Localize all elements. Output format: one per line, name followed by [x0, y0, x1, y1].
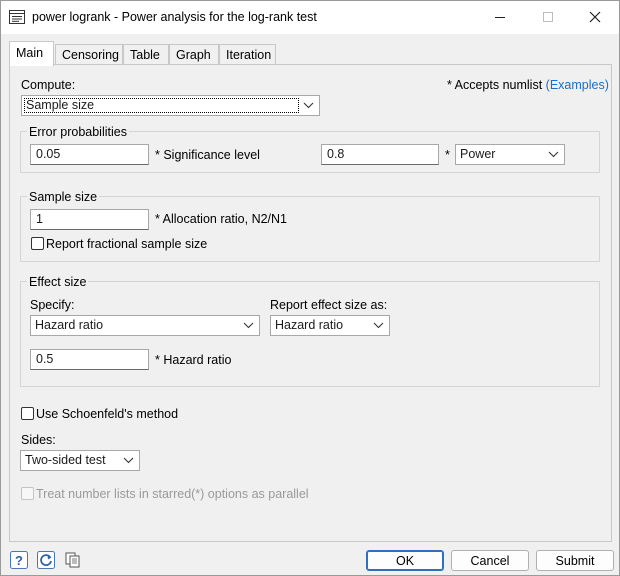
sample-size-title: Sample size	[27, 190, 100, 204]
copy-command-button[interactable]	[63, 550, 83, 570]
hazard-ratio-input[interactable]: 0.5	[30, 349, 149, 370]
power-input[interactable]: 0.8	[321, 144, 439, 165]
power-select-value: Power	[460, 147, 496, 161]
ok-button[interactable]: OK	[366, 550, 444, 571]
tab-main-label: Main	[16, 46, 44, 60]
report-effect-size-value: Hazard ratio	[275, 318, 344, 332]
tab-graph-label: Graph	[176, 48, 211, 62]
examples-link[interactable]: (Examples)	[546, 78, 609, 92]
fractional-sample-size-checkbox[interactable]	[31, 237, 44, 250]
sides-select-value: Two-sided test	[25, 453, 106, 467]
report-effect-size-select[interactable]: Hazard ratio	[270, 315, 390, 336]
specify-label: Specify:	[30, 298, 75, 312]
chevron-down-icon	[373, 322, 384, 329]
window-title: power logrank - Power analysis for the l…	[32, 10, 317, 24]
chevron-down-icon	[123, 457, 134, 464]
significance-level-input[interactable]: 0.05	[30, 144, 149, 165]
allocation-ratio-input[interactable]: 1	[30, 209, 149, 230]
parallel-checkbox[interactable]	[21, 487, 34, 500]
tab-table-label: Table	[130, 48, 160, 62]
schoenfeld-label: Use Schoenfeld's method	[36, 407, 179, 421]
fractional-sample-size-label: Report fractional sample size	[46, 237, 208, 251]
chevron-down-icon	[548, 151, 559, 158]
copy-icon	[65, 552, 80, 568]
hazard-ratio-label: * Hazard ratio	[155, 353, 232, 367]
chevron-down-icon	[303, 102, 314, 109]
report-effect-size-label: Report effect size as:	[270, 298, 388, 312]
minimize-icon	[495, 17, 505, 18]
help-icon: ?	[10, 551, 28, 569]
refresh-icon	[37, 551, 55, 569]
title-bar: power logrank - Power analysis for the l…	[1, 1, 619, 34]
maximize-button[interactable]	[525, 1, 571, 33]
dialog-window: power logrank - Power analysis for the l…	[0, 0, 620, 576]
allocation-ratio-label: * Allocation ratio, N2/N1	[155, 212, 288, 226]
specify-select-value: Hazard ratio	[35, 318, 104, 332]
tab-table[interactable]: Table	[123, 44, 169, 65]
close-icon	[589, 11, 601, 23]
compute-select-value: Sample size	[26, 98, 95, 112]
schoenfeld-checkbox[interactable]	[21, 407, 34, 420]
svg-text:?: ?	[15, 553, 23, 568]
compute-label: Compute:	[21, 78, 76, 92]
tab-censoring[interactable]: Censoring	[55, 44, 123, 65]
sides-label: Sides:	[21, 433, 56, 447]
power-select[interactable]: Power	[455, 144, 565, 165]
help-button[interactable]: ?	[9, 550, 29, 570]
tab-main[interactable]: Main	[9, 41, 54, 66]
cancel-button[interactable]: Cancel	[451, 550, 529, 571]
tab-graph[interactable]: Graph	[169, 44, 219, 65]
error-probabilities-title: Error probabilities	[27, 125, 129, 139]
chevron-down-icon	[243, 322, 254, 329]
submit-button[interactable]: Submit	[536, 550, 614, 571]
sides-select[interactable]: Two-sided test	[20, 450, 140, 471]
dialog-footer: ? OK Cancel Submit	[1, 545, 619, 576]
effect-size-title: Effect size	[27, 275, 89, 289]
parallel-label: Treat number lists in starred(*) options…	[36, 487, 309, 501]
dialog-app-icon	[9, 10, 25, 24]
tab-iteration-label: Iteration	[226, 48, 272, 62]
close-button[interactable]	[572, 1, 618, 33]
numlist-note: * Accepts numlist (Examples)	[447, 78, 609, 92]
tab-iteration[interactable]: Iteration	[219, 44, 276, 65]
specify-select[interactable]: Hazard ratio	[30, 315, 260, 336]
significance-level-label: * Significance level	[155, 148, 260, 162]
numlist-note-text: * Accepts numlist	[447, 78, 543, 92]
compute-select[interactable]: Sample size	[21, 95, 320, 116]
tab-censoring-label: Censoring	[62, 48, 119, 62]
minimize-button[interactable]	[477, 1, 523, 33]
maximize-icon	[543, 12, 553, 22]
reset-button[interactable]	[36, 550, 56, 570]
power-star: *	[445, 148, 450, 162]
